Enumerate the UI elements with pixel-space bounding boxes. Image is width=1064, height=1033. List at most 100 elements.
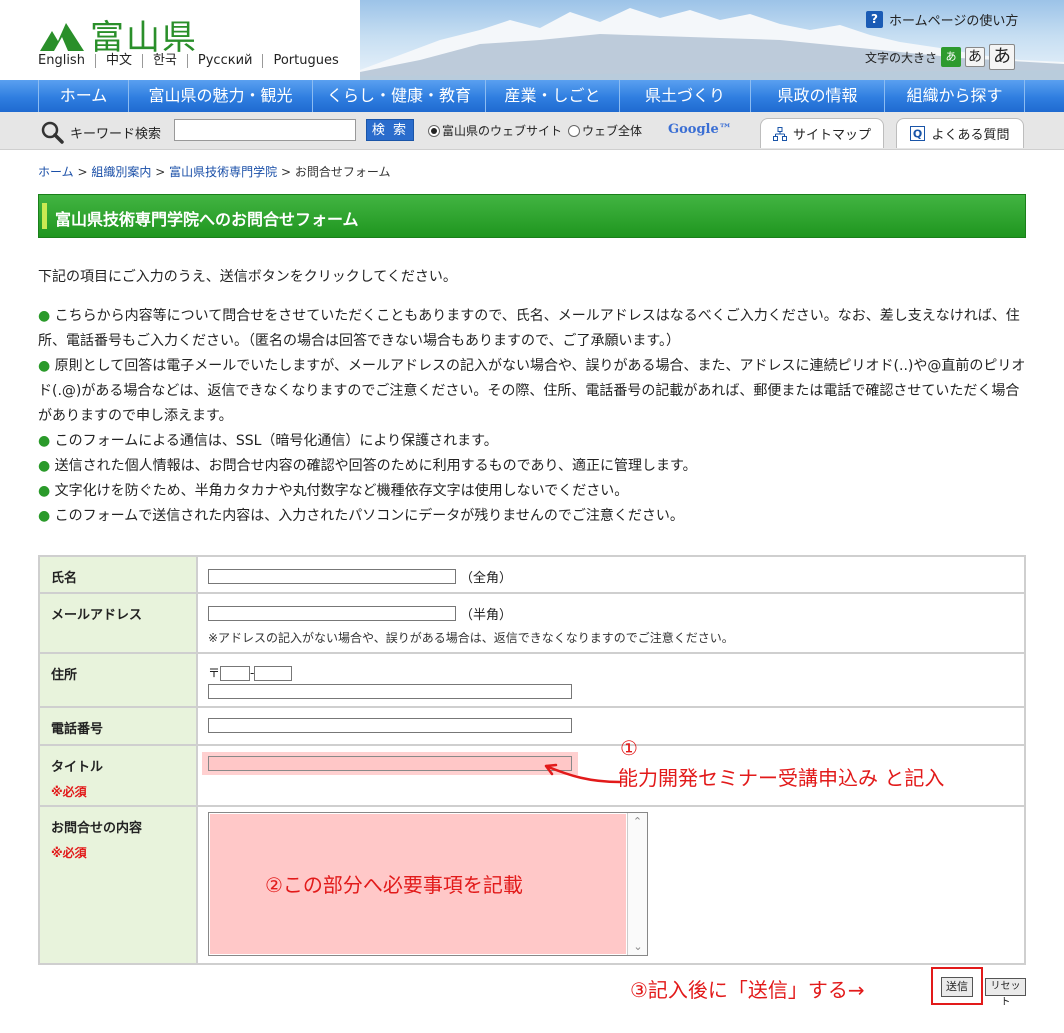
search-bar: キーワード検索 検 索 富山県のウェブサイト ウェブ全体 Google™ サイト… bbox=[0, 112, 1064, 150]
breadcrumb-current: お問合せフォーム bbox=[294, 165, 391, 179]
scroll-down-icon[interactable]: ⌄ bbox=[628, 940, 648, 953]
name-label: 氏名 bbox=[40, 557, 198, 592]
email-field[interactable] bbox=[208, 606, 456, 621]
radio-web-label: ウェブ全体 bbox=[582, 124, 643, 138]
bullet-icon: ● bbox=[38, 308, 51, 324]
font-size-control: 文字の大きさ あ あ あ bbox=[865, 44, 1016, 70]
breadcrumb-home[interactable]: ホーム bbox=[38, 165, 74, 179]
note-item: ● このフォームによる通信は、SSL（暗号化通信）により保護されます。 bbox=[38, 433, 498, 449]
bullet-icon: ● bbox=[38, 458, 51, 474]
faq-icon: Q bbox=[910, 126, 926, 141]
lang-link-chinese[interactable]: 中文 bbox=[94, 54, 142, 68]
postal-code-2-field[interactable] bbox=[254, 666, 293, 681]
nav-item-living[interactable]: くらし・健康・教育 bbox=[312, 80, 485, 112]
form-row-name: 氏名 （全角） bbox=[40, 557, 1024, 594]
nav-item-land[interactable]: 県土づくり bbox=[619, 80, 750, 112]
site-header: 富山県 English 中文 한국 Русский Portugues ? ホー… bbox=[0, 0, 1064, 80]
form-row-phone: 電話番号 bbox=[40, 708, 1024, 746]
note-item: ● こちらから内容等について問合せをさせていただくこともありますので、氏名、メー… bbox=[38, 308, 1020, 349]
step1-number: ① bbox=[620, 736, 638, 760]
bullet-icon: ● bbox=[38, 358, 51, 374]
breadcrumb-separator: > bbox=[77, 165, 88, 179]
nav-item-attractions[interactable]: 富山県の魅力・観光 bbox=[128, 80, 312, 112]
font-size-small-button[interactable]: あ bbox=[941, 47, 962, 67]
name-note: （全角） bbox=[460, 571, 513, 586]
breadcrumb-school[interactable]: 富山県技術専門学院 bbox=[169, 165, 277, 179]
language-links: English 中文 한국 Русский Portugues bbox=[38, 54, 349, 68]
lang-link-portuguese[interactable]: Portugues bbox=[262, 54, 348, 68]
email-label: メールアドレス bbox=[40, 594, 198, 652]
postal-code-1-field[interactable] bbox=[220, 666, 251, 681]
reset-button[interactable]: リセット bbox=[985, 978, 1026, 1008]
required-mark: ※必須 bbox=[51, 846, 87, 860]
faq-label: よくある質問 bbox=[931, 128, 1010, 143]
title-accent bbox=[42, 203, 47, 229]
note-item: ● 送信された個人情報は、お問合せ内容の確認や回答のために利用するものであり、適… bbox=[38, 458, 697, 474]
svg-text:Q: Q bbox=[913, 128, 922, 141]
inquiry-form: 氏名 （全角） メールアドレス （半角） ※アドレスの記入がない場合や、誤りがあ… bbox=[38, 555, 1026, 965]
google-logo: Google™ bbox=[668, 122, 732, 137]
address-field[interactable] bbox=[208, 684, 572, 699]
phone-field[interactable] bbox=[208, 718, 572, 733]
search-icon bbox=[41, 121, 64, 144]
step1-arrow-icon bbox=[544, 763, 621, 784]
address-label: 住所 bbox=[40, 654, 198, 706]
required-mark: ※必須 bbox=[51, 785, 87, 799]
logo-mark-icon bbox=[40, 22, 84, 51]
nav-item-industry[interactable]: 産業・しごと bbox=[485, 80, 619, 112]
note-item: ● 文字化けを防ぐため、半角カタカナや丸付数字など機種依存文字は使用しないでくだ… bbox=[38, 483, 629, 499]
scroll-up-icon[interactable]: ⌃ bbox=[628, 815, 647, 828]
title-label: タイトル bbox=[51, 760, 104, 775]
email-hint: ※アドレスの記入がない場合や、誤りがある場合は、返信できなくなりますのでご注意く… bbox=[208, 631, 734, 645]
nav-item-government[interactable]: 県政の情報 bbox=[750, 80, 884, 112]
breadcrumb: ホーム > 組織別案内 > 富山県技術専門学院 > お問合せフォーム bbox=[38, 163, 390, 180]
bullet-icon: ● bbox=[38, 508, 51, 524]
help-link[interactable]: ? ホームページの使い方 bbox=[866, 10, 1018, 29]
faq-button[interactable]: Q よくある質問 bbox=[896, 118, 1024, 148]
bullet-icon: ● bbox=[38, 433, 51, 449]
breadcrumb-separator: > bbox=[280, 165, 291, 179]
name-field[interactable] bbox=[208, 569, 456, 584]
lang-link-english[interactable]: English bbox=[38, 54, 95, 68]
breadcrumb-organization[interactable]: 組織別案内 bbox=[91, 165, 151, 179]
page-title-bar: 富山県技術専門学院へのお問合せフォーム bbox=[38, 194, 1026, 238]
help-label: ホームページの使い方 bbox=[889, 14, 1019, 29]
form-row-email: メールアドレス （半角） ※アドレスの記入がない場合や、誤りがある場合は、返信で… bbox=[40, 594, 1024, 654]
lang-link-russian[interactable]: Русский bbox=[186, 54, 263, 68]
notes-list: ● こちらから内容等について問合せをさせていただくこともありますので、氏名、メー… bbox=[38, 304, 1028, 529]
step3-annotation: ③記入後に「送信」する→ bbox=[630, 978, 865, 1002]
breadcrumb-separator: > bbox=[155, 165, 166, 179]
site-logo[interactable]: 富山県 bbox=[38, 10, 198, 59]
content-textarea[interactable]: ⌃ ⌄ ②この部分へ必要事項を記載 bbox=[208, 812, 648, 956]
postal-mark: 〒 bbox=[208, 666, 221, 680]
search-button[interactable]: 検 索 bbox=[366, 119, 414, 141]
help-icon: ? bbox=[866, 11, 883, 28]
sitemap-icon bbox=[772, 126, 787, 141]
lang-link-korean[interactable]: 한국 bbox=[141, 54, 187, 68]
search-scope-group: 富山県のウェブサイト ウェブ全体 bbox=[428, 122, 642, 139]
page-title: 富山県技術専門学院へのお問合せフォーム bbox=[55, 210, 359, 229]
search-label: キーワード検索 bbox=[70, 126, 162, 142]
email-note: （半角） bbox=[460, 608, 513, 623]
title-field-highlight bbox=[202, 752, 578, 775]
submit-button[interactable]: 送信 bbox=[941, 977, 973, 997]
logo-text: 富山県 bbox=[90, 18, 198, 58]
title-field[interactable] bbox=[208, 756, 572, 771]
font-size-medium-button[interactable]: あ bbox=[965, 47, 986, 67]
search-input[interactable] bbox=[174, 119, 356, 141]
global-nav: ホーム 富山県の魅力・観光 くらし・健康・教育 産業・しごと 県土づくり 県政の… bbox=[0, 80, 1064, 112]
nav-item-home[interactable]: ホーム bbox=[38, 80, 128, 112]
form-row-address: 住所 〒 - bbox=[40, 654, 1024, 708]
radio-web[interactable] bbox=[568, 124, 581, 137]
phone-label: 電話番号 bbox=[40, 708, 198, 744]
content-label: お問合せの内容 bbox=[51, 821, 143, 836]
intro-text: 下記の項目にご入力のうえ、送信ボタンをクリックしてください。 bbox=[38, 269, 457, 285]
radio-site[interactable] bbox=[428, 124, 440, 137]
bullet-icon: ● bbox=[38, 483, 51, 499]
font-size-label: 文字の大きさ bbox=[865, 50, 938, 65]
sitemap-button[interactable]: サイトマップ bbox=[760, 118, 884, 148]
step2-annotation: ②この部分へ必要事項を記載 bbox=[265, 873, 523, 897]
textarea-scrollbar[interactable]: ⌃ ⌄ bbox=[627, 813, 647, 955]
nav-item-organization[interactable]: 組織から探す bbox=[884, 80, 1025, 112]
font-size-large-button[interactable]: あ bbox=[989, 44, 1016, 70]
